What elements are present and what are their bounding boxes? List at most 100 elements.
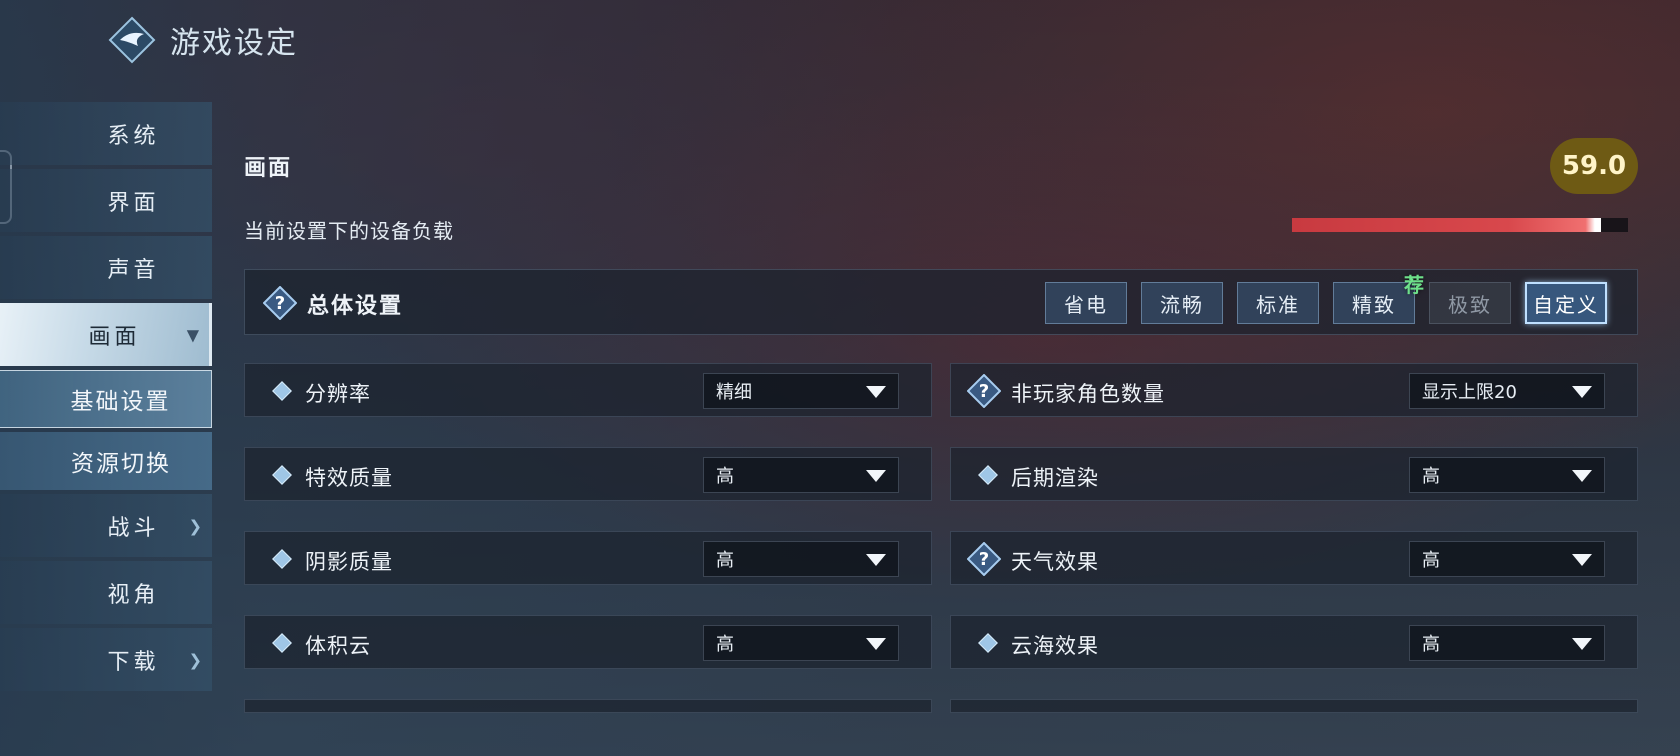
sidebar-item-label: 基础设置: [70, 389, 171, 415]
cloud-sea-select[interactable]: 高: [1409, 625, 1605, 661]
sidebar-item-download[interactable]: 下载 ❯: [0, 628, 212, 691]
caret-down-icon: [866, 554, 886, 566]
setting-label: 分辨率: [305, 382, 371, 406]
caret-down-icon: [866, 470, 886, 482]
preset-button-group: 省电 流畅 标准 精致 荐 极致 自定义: [1045, 273, 1607, 324]
sidebar-item-system[interactable]: 系统: [0, 102, 212, 165]
select-value: 高: [1422, 550, 1440, 571]
resolution-select[interactable]: 精细: [703, 373, 899, 409]
sidebar-item-interface[interactable]: 界面: [0, 169, 212, 232]
sidebar-item-label: 系统: [107, 123, 160, 149]
device-load-bar: [1292, 218, 1628, 232]
diamond-icon: [978, 465, 998, 485]
setting-row-effects-quality: 特效质量 高: [244, 447, 932, 501]
effects-quality-select[interactable]: 高: [703, 457, 899, 493]
preset-refined-button[interactable]: 精致 荐: [1333, 273, 1424, 324]
sidebar-item-label: 战斗: [107, 515, 160, 541]
preset-label: 精致: [1352, 292, 1396, 317]
caret-down-icon: [866, 638, 886, 650]
preset-power-saving-button[interactable]: 省电: [1045, 282, 1127, 324]
section-title: 画面: [244, 156, 293, 181]
caret-down-icon: [1572, 638, 1592, 650]
select-value: 高: [1422, 466, 1440, 487]
preset-custom-button[interactable]: 自定义: [1525, 282, 1607, 324]
preset-label: 流畅: [1160, 292, 1204, 317]
sidebar-item-label: 画面: [88, 324, 141, 350]
preset-standard-button[interactable]: 标准: [1237, 282, 1319, 324]
setting-label: 非玩家角色数量: [1011, 382, 1165, 406]
npc-count-select[interactable]: 显示上限20: [1409, 373, 1605, 409]
setting-row-cloud-sea: 云海效果 高: [950, 615, 1638, 669]
volumetric-clouds-select[interactable]: 高: [703, 625, 899, 661]
svg-text:?: ?: [275, 293, 285, 314]
chevron-right-icon: ❯: [188, 516, 202, 535]
sidebar-item-label: 视角: [107, 582, 160, 608]
sidebar-item-label: 声音: [107, 257, 160, 283]
performance-score-badge: 59.0: [1550, 138, 1638, 194]
help-icon[interactable]: ?: [967, 542, 1001, 576]
chevron-down-icon: ▼: [186, 325, 199, 344]
diamond-icon: [272, 381, 292, 401]
select-value: 高: [716, 550, 734, 571]
preset-label: 极致: [1448, 292, 1492, 317]
caret-down-icon: [866, 386, 886, 398]
select-value: 显示上限20: [1422, 382, 1517, 403]
sidebar: 系统 界面 声音 画面 ▼ 基础设置 资源切换 战斗 ❯ 视角 下载 ❯: [0, 102, 212, 695]
help-icon[interactable]: ?: [263, 286, 297, 320]
setting-row-npc-count: ? 非玩家角色数量 显示上限20: [950, 363, 1638, 417]
overall-settings-title: 总体设置: [307, 294, 404, 319]
sidebar-item-label: 资源切换: [71, 451, 171, 477]
select-value: 精细: [716, 382, 752, 403]
setting-row-shadow-quality: 阴影质量 高: [244, 531, 932, 585]
overall-settings-row: ? 总体设置 省电 流畅 标准 精致 荐 极致 自定义: [244, 269, 1638, 335]
setting-label: 云海效果: [1011, 634, 1099, 658]
preset-smooth-button[interactable]: 流畅: [1141, 282, 1223, 324]
setting-row-partial: [950, 699, 1638, 713]
caret-down-icon: [1572, 386, 1592, 398]
diamond-icon: [978, 633, 998, 653]
preset-label: 省电: [1064, 292, 1108, 317]
shadow-quality-select[interactable]: 高: [703, 541, 899, 577]
setting-label: 体积云: [305, 634, 371, 658]
diamond-icon: [272, 549, 292, 569]
setting-row-partial: [244, 699, 932, 713]
chevron-right-icon: ❯: [188, 650, 202, 669]
setting-row-resolution: 分辨率 精细: [244, 363, 932, 417]
setting-label: 后期渲染: [1011, 466, 1099, 490]
game-logo-icon: [108, 16, 156, 64]
recommended-badge: 荐: [1404, 273, 1424, 297]
help-icon[interactable]: ?: [967, 374, 1001, 408]
preset-ultimate-button[interactable]: 极致: [1429, 282, 1511, 324]
sidebar-item-sound[interactable]: 声音: [0, 236, 212, 299]
sidebar-item-label: 界面: [107, 190, 160, 216]
caret-down-icon: [1572, 554, 1592, 566]
setting-row-volumetric-clouds: 体积云 高: [244, 615, 932, 669]
page-header: 游戏设定: [108, 16, 298, 64]
select-value: 高: [1422, 634, 1440, 655]
setting-label: 阴影质量: [305, 550, 393, 574]
svg-text:?: ?: [979, 549, 989, 570]
setting-label: 天气效果: [1011, 550, 1099, 574]
sidebar-item-graphics[interactable]: 画面 ▼: [0, 303, 212, 366]
select-value: 高: [716, 634, 734, 655]
page-title: 游戏设定: [170, 26, 298, 61]
preset-label: 自定义: [1533, 292, 1599, 317]
svg-text:?: ?: [979, 381, 989, 402]
setting-row-weather-effects: ? 天气效果 高: [950, 531, 1638, 585]
select-value: 高: [716, 466, 734, 487]
diamond-icon: [272, 633, 292, 653]
sidebar-subitem-basic-settings[interactable]: 基础设置: [0, 370, 212, 428]
diamond-icon: [272, 465, 292, 485]
device-load-label: 当前设置下的设备负载: [244, 219, 454, 243]
post-processing-select[interactable]: 高: [1409, 457, 1605, 493]
setting-row-post-processing: 后期渲染 高: [950, 447, 1638, 501]
caret-down-icon: [1572, 470, 1592, 482]
weather-effects-select[interactable]: 高: [1409, 541, 1605, 577]
sidebar-item-camera[interactable]: 视角: [0, 561, 212, 624]
sidebar-subitem-resource-switch[interactable]: 资源切换: [0, 432, 212, 490]
preset-label: 标准: [1256, 292, 1300, 317]
sidebar-item-combat[interactable]: 战斗 ❯: [0, 494, 212, 557]
device-load-fill: [1292, 218, 1602, 232]
sidebar-item-label: 下载: [107, 649, 160, 675]
setting-label: 特效质量: [305, 466, 393, 490]
